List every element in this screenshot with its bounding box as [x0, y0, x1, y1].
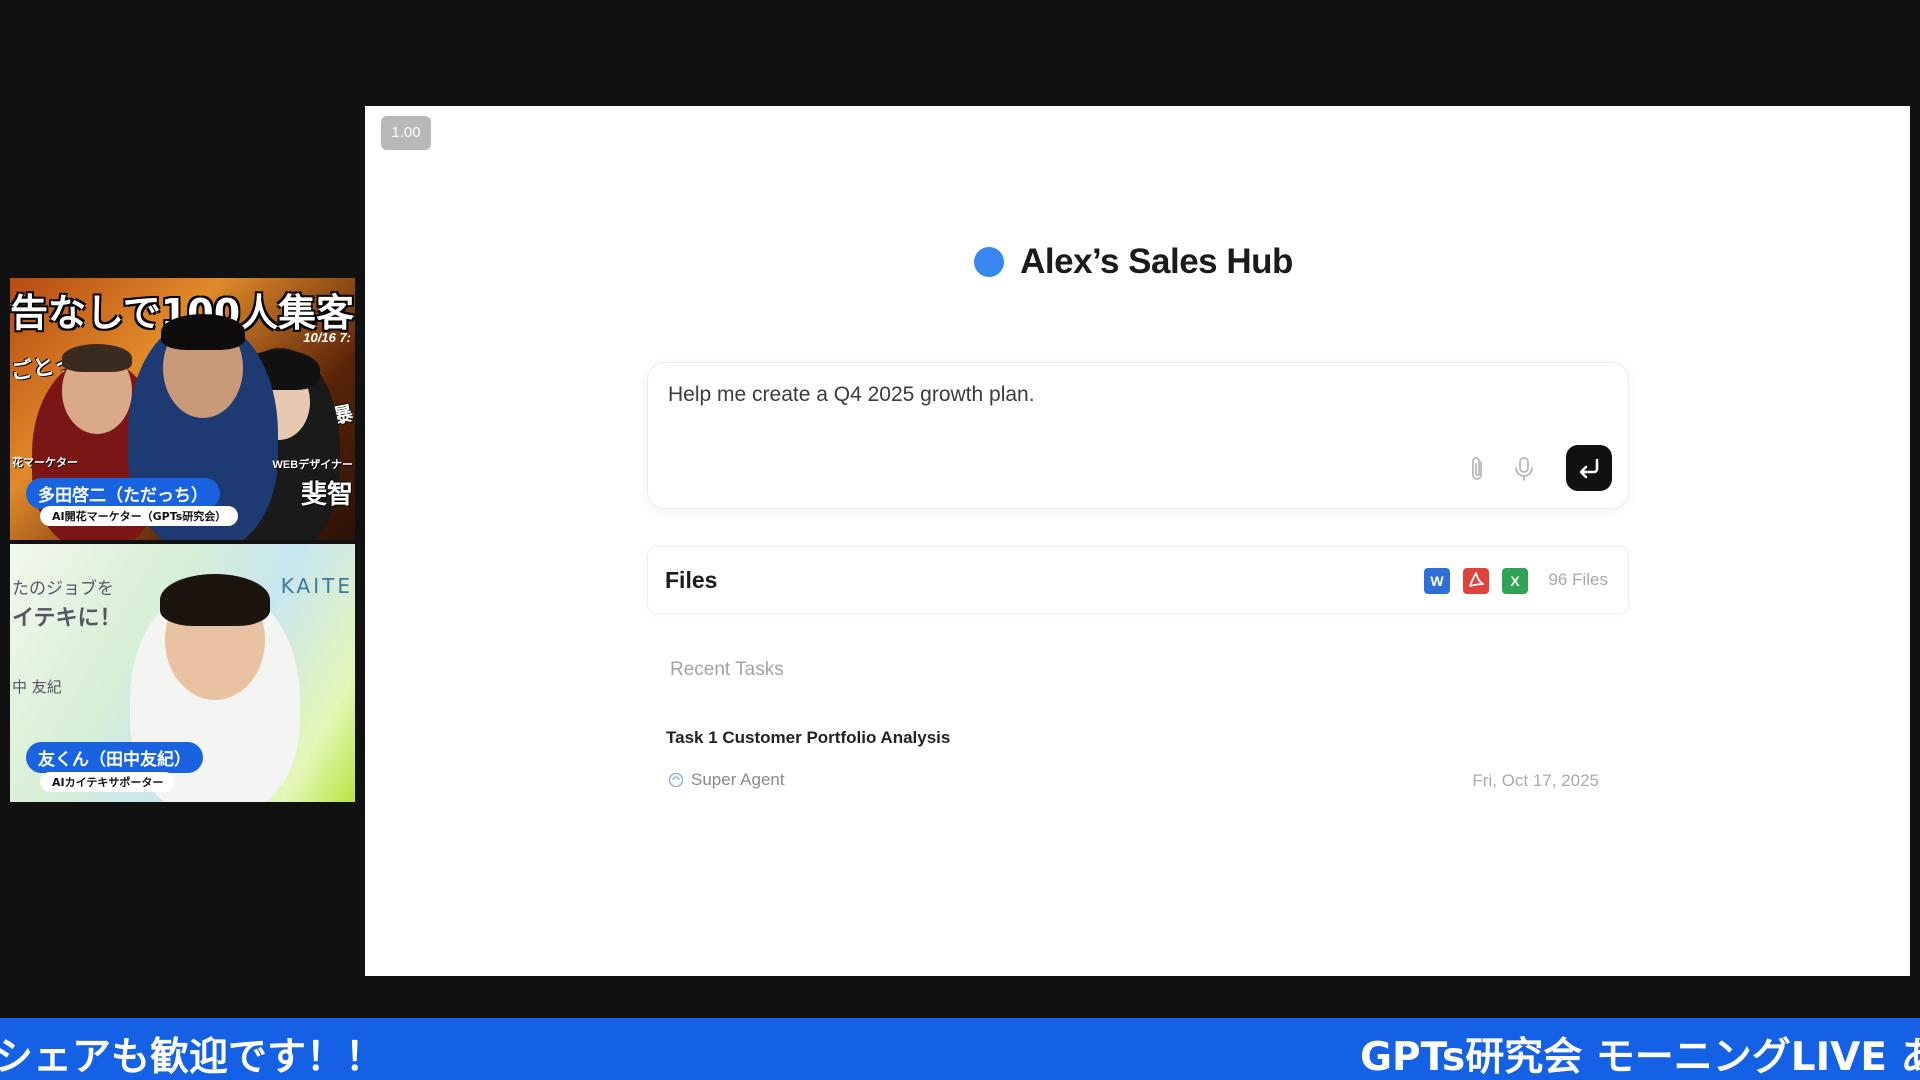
excel-file-icon: X [1502, 568, 1528, 594]
paperclip-icon[interactable] [1468, 456, 1488, 487]
task-title: Task 1 Customer Portfolio Analysis [666, 728, 951, 747]
files-panel[interactable]: Files W X 96 Files [647, 546, 1629, 614]
pdf-file-icon [1463, 568, 1489, 594]
enter-arrow-icon [1579, 458, 1599, 479]
participant-name-tag: 友くん（田中友紀） [26, 742, 203, 773]
agent-icon [668, 772, 684, 788]
task-date: Fri, Oct 17, 2025 [1472, 771, 1599, 790]
zoom-level-badge[interactable]: 1.00 [381, 116, 431, 150]
tile-date-text: 10/16 7: [303, 330, 351, 345]
tile-side-text: 斐智 [300, 480, 353, 510]
tile-label: 花マーケター [12, 457, 78, 469]
task-agent: Super Agent [667, 770, 785, 790]
prompt-input[interactable]: Help me create a Q4 2025 growth plan. [668, 383, 1035, 407]
word-file-icon: W [1424, 568, 1450, 594]
news-ticker: シェアも歓迎です！！ GPTs研究会 モーニングLIVE あ [0, 1018, 1920, 1080]
tile-bg-brand: KAITE [280, 574, 353, 598]
shared-screen: 1.00 Alex’s Sales Hub Help me create a Q… [365, 106, 1910, 976]
tile-bg-text: イテキに！ [12, 606, 122, 631]
status-dot-icon [974, 247, 1005, 277]
ticker-text-right: GPTs研究会 モーニングLIVE あ [1360, 1035, 1920, 1080]
recent-tasks-heading: Recent Tasks [670, 659, 784, 680]
participant-video-tile[interactable]: たのジョブを イテキに！ KAITE 中 友紀 友くん（田中友紀） AIカイテキ… [10, 544, 355, 802]
page-title-text: Alex’s Sales Hub [1020, 242, 1293, 281]
participant-name-tag: 多田啓二（ただっち） [26, 478, 220, 509]
files-count: 96 Files [1548, 570, 1608, 589]
send-button[interactable] [1566, 445, 1612, 491]
ticker-text-left: シェアも歓迎です！！ [0, 1035, 385, 1080]
task-agent-label: Super Agent [691, 770, 785, 789]
prompt-input-box[interactable]: Help me create a Q4 2025 growth plan. [647, 362, 1629, 509]
files-title: Files [665, 567, 718, 593]
tile-bg-text: たのジョブを [12, 579, 114, 599]
participant-role-tag: AI開花マーケター（GPTs研究会） [40, 506, 239, 526]
tile-bg-text: 中 友紀 [12, 678, 62, 696]
participant-video-tile[interactable]: 告なしで100人集客 10/16 7: ごとっ!!! 秘密暴 花マーケター WE… [10, 278, 355, 540]
microphone-icon[interactable] [1513, 456, 1535, 487]
task-row[interactable]: Task 1 Customer Portfolio Analysis Super… [647, 706, 1627, 796]
participant-role-tag: AIカイテキサポーター [40, 772, 176, 792]
page-title: Alex’s Sales Hub [357, 242, 1910, 282]
tile-label: WEBデザイナー [272, 459, 353, 471]
